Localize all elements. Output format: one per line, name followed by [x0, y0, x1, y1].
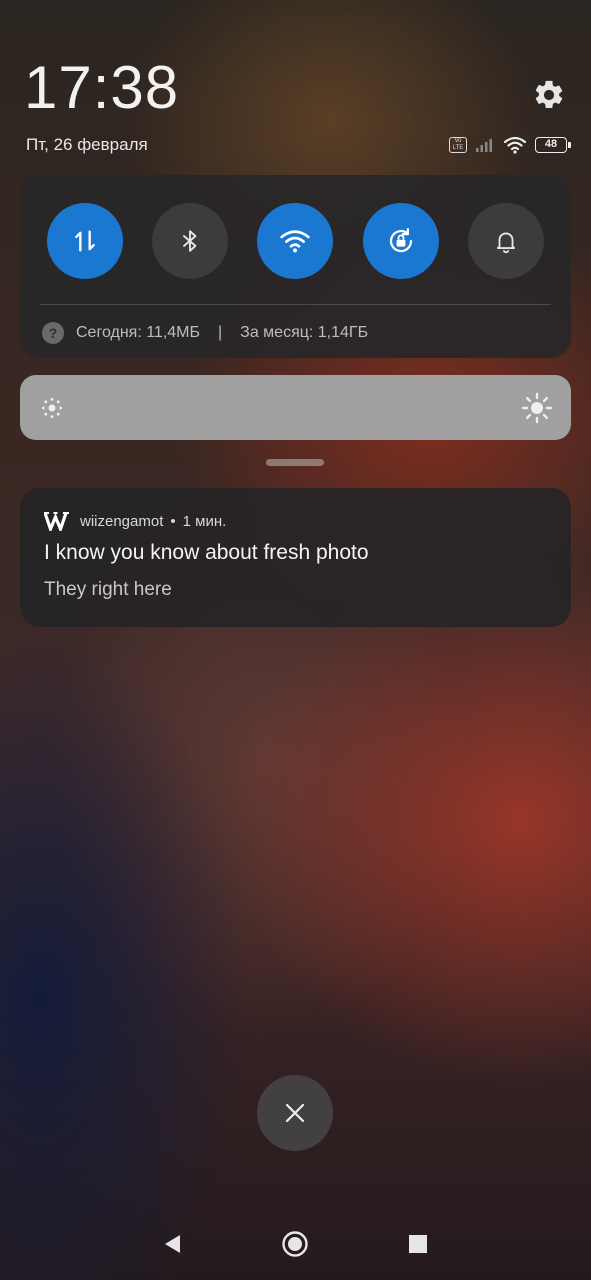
toggle-mobile-data[interactable]: [47, 203, 123, 279]
signal-icon: [476, 139, 492, 152]
back-icon: [165, 1235, 180, 1253]
data-usage-month: За месяц: 1,14ГБ: [240, 324, 369, 341]
notification-time: 1 мин.: [182, 512, 227, 530]
qs-divider: [40, 304, 551, 305]
battery-icon: 48: [535, 137, 571, 153]
toggle-sound[interactable]: [468, 203, 544, 279]
wifi-icon: [280, 230, 310, 253]
notification-card[interactable]: wiizengamot • 1 мин. I know you know abo…: [20, 488, 571, 627]
volte-bottom-label: LTE: [452, 145, 464, 151]
toggle-bluetooth[interactable]: [152, 203, 228, 279]
w-logo-icon: [44, 512, 69, 531]
volte-top-label: Vo: [454, 138, 462, 144]
toggle-wifi[interactable]: [257, 203, 333, 279]
wifi-icon: [503, 136, 527, 154]
notification-title: I know you know about fresh photo: [44, 541, 369, 564]
panel-drag-handle[interactable]: [266, 459, 324, 466]
bluetooth-icon: [183, 230, 197, 252]
notification-text: They right here: [44, 579, 172, 600]
data-usage-today: Сегодня: 11,4МБ: [76, 324, 200, 341]
settings-button[interactable]: [532, 78, 566, 112]
brightness-slider[interactable]: [20, 375, 571, 440]
clear-all-button[interactable]: [257, 1075, 333, 1151]
rotation-lock-icon: [389, 228, 413, 253]
data-usage-row[interactable]: ? Сегодня: 11,4МБ | За месяц: 1,14ГБ: [42, 321, 368, 345]
data-usage-separator: |: [218, 324, 223, 341]
nav-back-button[interactable]: [156, 1228, 188, 1260]
brightness-high-icon: [521, 392, 553, 424]
date: Пт, 26 февраля: [26, 135, 148, 154]
nav-home-button[interactable]: [278, 1228, 312, 1260]
bell-icon: [496, 232, 516, 254]
toggle-rotation-lock[interactable]: [363, 203, 439, 279]
notification-dot: •: [170, 512, 176, 530]
help-icon: ?: [42, 322, 64, 344]
recents-icon: [409, 1235, 427, 1253]
nav-recents-button[interactable]: [402, 1228, 434, 1260]
quick-settings-panel: ? Сегодня: 11,4МБ | За месяц: 1,14ГБ: [20, 175, 571, 358]
volte-icon: Vo LTE: [449, 137, 467, 153]
data-arrows-icon: [75, 230, 95, 252]
gear-icon: [535, 80, 563, 109]
notification-header: wiizengamot • 1 мин.: [44, 511, 226, 531]
close-icon: [285, 1103, 305, 1123]
notification-app-name: wiizengamot: [80, 512, 164, 530]
home-icon: [282, 1231, 308, 1257]
brightness-low-icon: [41, 397, 63, 419]
status-icons: Vo LTE 48: [449, 134, 571, 156]
clock: 17:38: [24, 54, 180, 121]
